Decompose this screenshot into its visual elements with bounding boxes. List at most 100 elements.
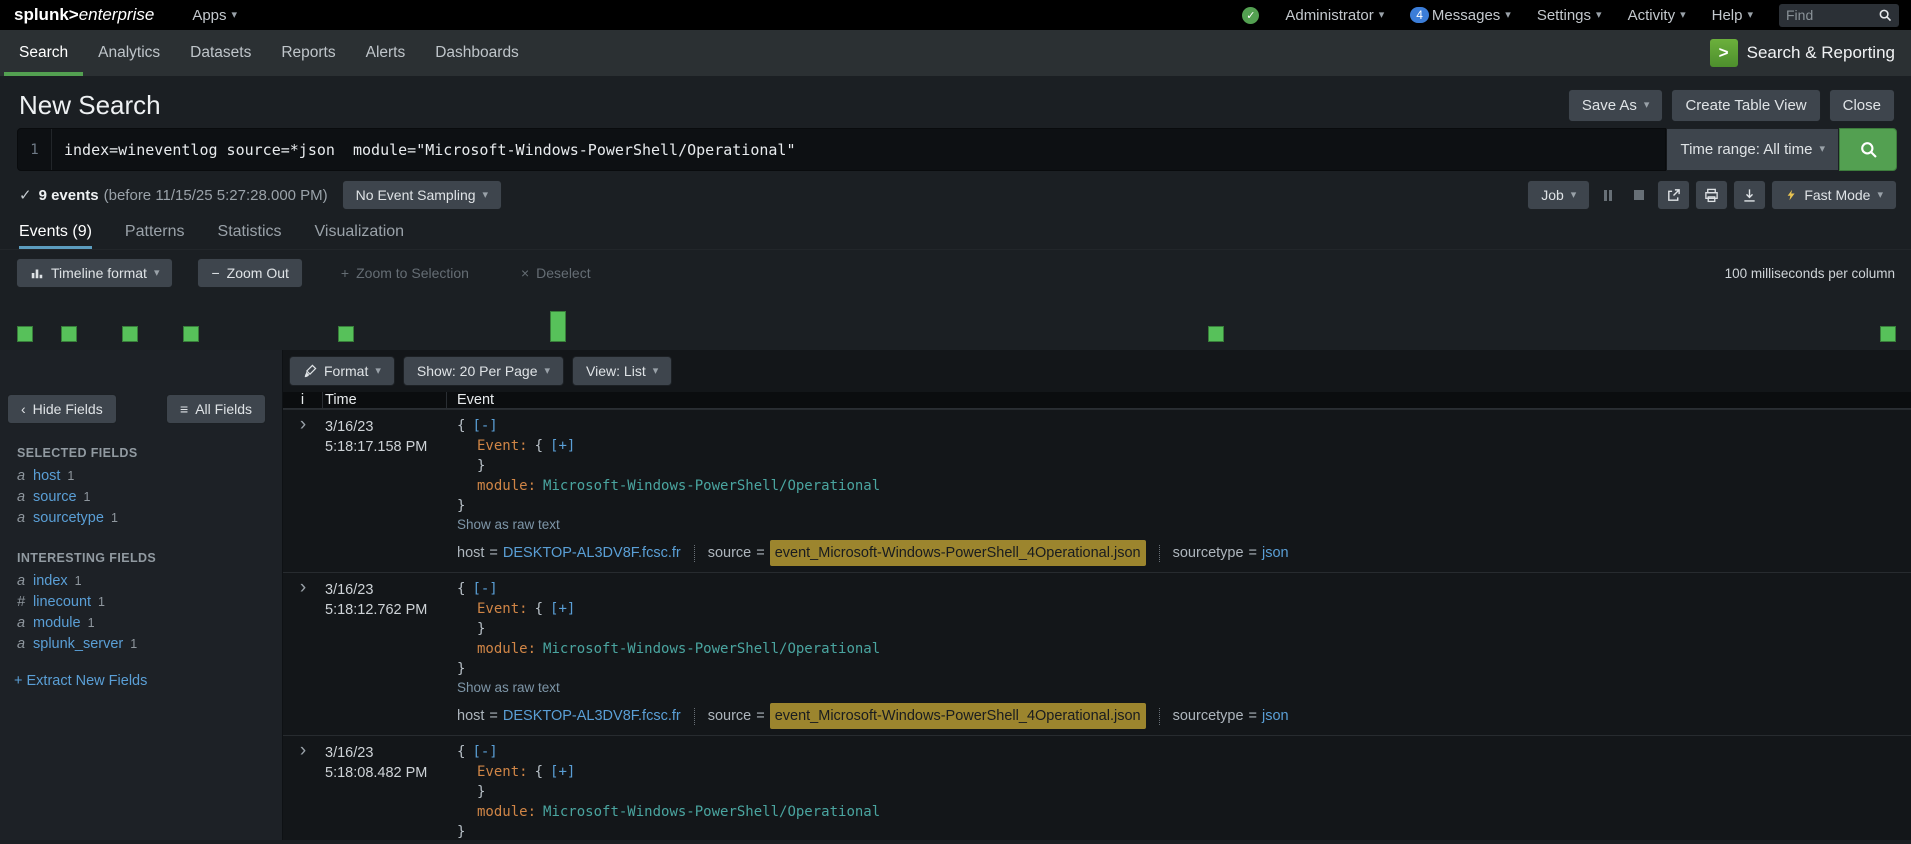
app-identity[interactable]: > Search & Reporting <box>1710 30 1895 76</box>
field-name[interactable]: module <box>33 615 81 632</box>
source-value-link[interactable]: event_Microsoft-Windows-PowerShell_4Oper… <box>770 703 1146 729</box>
field-count: 1 <box>130 636 137 653</box>
find-search-box[interactable] <box>1779 4 1899 27</box>
event-row: › 3/16/23 5:18:08.482 PM {[-] Event:{[+]… <box>283 735 1911 840</box>
messages-menu[interactable]: 4Messages▾ <box>1410 7 1511 24</box>
event-content: {[-] Event:{[+] } module:Microsoft-Windo… <box>447 742 1911 840</box>
time-range-picker[interactable]: Time range: All time▾ <box>1666 128 1839 171</box>
sourcetype-value-link[interactable]: json <box>1262 541 1289 565</box>
format-button[interactable]: Format▾ <box>289 356 395 386</box>
all-fields-button[interactable]: ≡All Fields <box>166 394 266 424</box>
info-column-header: i <box>283 392 323 408</box>
field-row-host[interactable]: a host 1 <box>0 466 282 487</box>
run-search-button[interactable] <box>1839 128 1897 171</box>
show-raw-text-link[interactable]: Show as raw text <box>457 679 560 697</box>
print-button[interactable] <box>1695 180 1728 210</box>
job-menu-button[interactable]: Job▾ <box>1527 180 1590 210</box>
host-value-link[interactable]: DESKTOP-AL3DV8F.fcsc.fr <box>503 704 681 728</box>
zoom-out-button[interactable]: −Zoom Out <box>197 258 302 288</box>
timeline-bar[interactable] <box>183 326 199 342</box>
save-as-button[interactable]: Save As▾ <box>1568 89 1664 122</box>
field-row-linecount[interactable]: # linecount 1 <box>0 592 282 613</box>
field-name[interactable]: host <box>33 468 60 485</box>
divider <box>1159 708 1160 725</box>
show-raw-text-link[interactable]: Show as raw text <box>457 516 560 534</box>
field-name[interactable]: sourcetype <box>33 510 104 527</box>
sourcetype-value-link[interactable]: json <box>1262 704 1289 728</box>
event-timestamp: 3/16/23 5:18:17.158 PM <box>323 416 447 566</box>
timeline-chart[interactable] <box>0 292 1911 350</box>
nav-item-alerts[interactable]: Alerts <box>351 30 421 76</box>
health-status-icon[interactable]: ✓ <box>1242 7 1259 24</box>
timeline-bar[interactable] <box>1208 326 1224 342</box>
event-sampling-button[interactable]: No Event Sampling▾ <box>342 180 502 210</box>
event-json: {[-] Event:{[+] } module:Microsoft-Windo… <box>457 579 1911 679</box>
tab-statistics[interactable]: Statistics <box>218 214 282 249</box>
print-icon <box>1704 188 1719 203</box>
per-page-button[interactable]: Show: 20 Per Page▾ <box>403 356 564 386</box>
timeline-bar[interactable] <box>338 326 354 342</box>
share-button[interactable] <box>1657 180 1690 210</box>
nav-item-datasets[interactable]: Datasets <box>175 30 266 76</box>
nav-item-reports[interactable]: Reports <box>266 30 350 76</box>
search-query-editor[interactable]: 1 index=wineventlog source=*json module=… <box>17 128 1666 171</box>
page-header: New Search Save As▾ Create Table View Cl… <box>0 76 1911 128</box>
view-mode-button[interactable]: View: List▾ <box>572 356 672 386</box>
export-button[interactable] <box>1733 180 1766 210</box>
apps-menu[interactable]: Apps▾ <box>192 7 237 24</box>
close-button[interactable]: Close <box>1829 89 1895 122</box>
expand-json-link[interactable]: [+] <box>550 601 575 617</box>
event-content: {[-] Event:{[+] } module:Microsoft-Windo… <box>447 416 1911 566</box>
host-value-link[interactable]: DESKTOP-AL3DV8F.fcsc.fr <box>503 541 681 565</box>
activity-menu[interactable]: Activity▾ <box>1628 7 1686 24</box>
tab-visualization[interactable]: Visualization <box>315 214 405 249</box>
field-type: a <box>17 489 33 506</box>
field-count: 1 <box>75 573 82 590</box>
collapse-json-link[interactable]: [-] <box>472 581 497 597</box>
source-value-link[interactable]: event_Microsoft-Windows-PowerShell_4Oper… <box>770 540 1146 566</box>
collapse-json-link[interactable]: [-] <box>472 744 497 760</box>
timeline-bar[interactable] <box>61 326 77 342</box>
field-row-splunk-server[interactable]: a splunk_server 1 <box>0 634 282 655</box>
timeline-bar[interactable] <box>122 326 138 342</box>
expand-event-icon[interactable]: › <box>300 742 306 760</box>
expand-json-link[interactable]: [+] <box>550 438 575 454</box>
brush-icon <box>303 364 317 378</box>
messages-count-badge: 4 <box>1410 7 1429 23</box>
pause-job-icon[interactable] <box>1595 180 1621 210</box>
user-menu[interactable]: Administrator▾ <box>1285 7 1384 24</box>
field-row-index[interactable]: a index 1 <box>0 571 282 592</box>
field-count: 1 <box>88 615 95 632</box>
stop-job-icon[interactable] <box>1626 180 1652 210</box>
help-menu[interactable]: Help▾ <box>1712 7 1753 24</box>
timeline-bar[interactable] <box>550 311 566 342</box>
timeline-format-button[interactable]: Timeline format▾ <box>16 258 173 288</box>
search-query-text[interactable]: index=wineventlog source=*json module="M… <box>52 141 796 159</box>
search-icon <box>1878 8 1892 22</box>
field-name[interactable]: splunk_server <box>33 636 123 653</box>
tab-patterns[interactable]: Patterns <box>125 214 185 249</box>
field-name[interactable]: index <box>33 573 68 590</box>
nav-item-analytics[interactable]: Analytics <box>83 30 175 76</box>
expand-json-link[interactable]: [+] <box>550 764 575 780</box>
field-name[interactable]: linecount <box>33 594 91 611</box>
search-mode-button[interactable]: Fast Mode▾ <box>1771 180 1897 210</box>
tab-events[interactable]: Events (9) <box>19 214 92 249</box>
nav-item-dashboards[interactable]: Dashboards <box>420 30 534 76</box>
settings-menu[interactable]: Settings▾ <box>1537 7 1602 24</box>
timeline-bar[interactable] <box>1880 326 1896 342</box>
extract-new-fields-link[interactable]: + Extract New Fields <box>14 673 147 689</box>
timeline-bar[interactable] <box>17 326 33 342</box>
find-input[interactable] <box>1786 7 1866 23</box>
expand-event-icon[interactable]: › <box>300 579 306 597</box>
expand-event-icon[interactable]: › <box>300 416 306 434</box>
hide-fields-button[interactable]: ‹Hide Fields <box>7 394 117 424</box>
close-icon: × <box>521 265 529 281</box>
field-row-sourcetype[interactable]: a sourcetype 1 <box>0 508 282 529</box>
nav-item-search[interactable]: Search <box>4 30 83 76</box>
collapse-json-link[interactable]: [-] <box>472 418 497 434</box>
field-name[interactable]: source <box>33 489 77 506</box>
create-table-view-button[interactable]: Create Table View <box>1671 89 1820 122</box>
field-row-source[interactable]: a source 1 <box>0 487 282 508</box>
field-row-module[interactable]: a module 1 <box>0 613 282 634</box>
